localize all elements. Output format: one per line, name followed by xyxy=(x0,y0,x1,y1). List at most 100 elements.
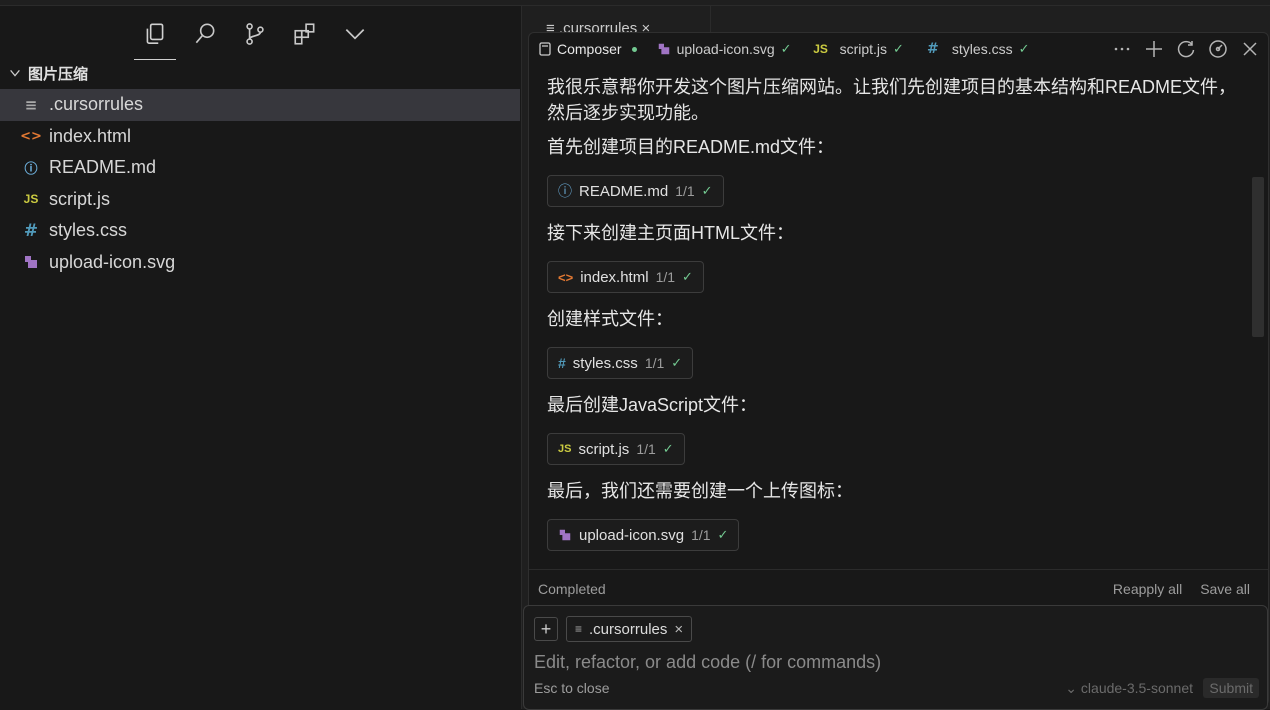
lines-file-icon: ≡ xyxy=(575,622,583,636)
chip-count: 1/1 xyxy=(691,527,711,543)
chip-count: 1/1 xyxy=(636,441,656,457)
tab-composer[interactable]: Composer xyxy=(529,33,647,65)
esc-hint: Esc to close xyxy=(534,680,610,696)
assistant-message: 最后创建JavaScript文件： xyxy=(547,395,758,415)
tab-styles-css[interactable]: # styles.css ✓ xyxy=(914,33,1040,65)
plus-icon[interactable] xyxy=(1144,39,1164,59)
file-chip-upload-icon-svg[interactable]: upload-icon.svg 1/1 ✓ xyxy=(547,519,740,551)
explorer-sidebar: 图片压缩 ≡ .cursorrules <> index.html ⓘ READ… xyxy=(0,6,520,709)
file-item-script-js[interactable]: JS script.js xyxy=(0,184,520,216)
css-file-icon: # xyxy=(927,41,939,57)
more-views-button[interactable] xyxy=(330,14,380,54)
chevron-down-icon xyxy=(10,69,20,77)
model-name: claude-3.5-sonnet xyxy=(1080,680,1193,696)
file-chip-index-html[interactable]: <> index.html 1/1 ✓ xyxy=(547,261,704,293)
check-icon: ✓ xyxy=(717,527,729,542)
composer-conversation: 我很乐意帮你开发这个图片压缩网站。让我们先创建项目的基本结构和README文件，… xyxy=(529,69,1251,569)
info-icon: ⓘ xyxy=(558,183,572,199)
info-file-icon: ⓘ xyxy=(24,162,38,178)
close-icon[interactable] xyxy=(1240,39,1260,59)
tab-script-js[interactable]: JS script.js ✓ xyxy=(802,33,914,65)
chevron-down-icon: ⌄ xyxy=(1065,680,1081,696)
chip-count: 1/1 xyxy=(644,355,665,371)
context-chip[interactable]: ≡ .cursorrules × xyxy=(566,616,693,642)
file-chip-script-js[interactable]: JS script.js 1/1 ✓ xyxy=(547,433,685,465)
file-chip-styles-css[interactable]: # styles.css 1/1 ✓ xyxy=(547,347,694,379)
composer-status-bar: Completed Reapply all Save all xyxy=(529,569,1268,606)
file-name: styles.css xyxy=(49,220,128,241)
file-tree: ≡ .cursorrules <> index.html ⓘ README.md… xyxy=(0,89,520,278)
extensions-icon xyxy=(294,23,315,45)
extensions-tab[interactable] xyxy=(280,14,330,54)
save-all-button[interactable]: Save all xyxy=(1200,581,1250,597)
tab-label: script.js xyxy=(839,41,888,57)
hash-icon: # xyxy=(558,355,566,371)
js-file-icon: JS xyxy=(813,42,828,56)
search-tab[interactable] xyxy=(180,14,230,54)
assistant-message: 接下来创建主页面HTML文件： xyxy=(547,223,794,243)
gauge-icon[interactable] xyxy=(1208,39,1228,59)
file-item-upload-icon-svg[interactable]: upload-icon.svg xyxy=(0,247,520,279)
close-icon[interactable]: × xyxy=(674,621,683,638)
explorer-tab[interactable] xyxy=(130,14,180,60)
folder-name: 图片压缩 xyxy=(28,65,89,83)
html-file-icon: <> xyxy=(20,128,42,144)
check-icon: ✓ xyxy=(671,355,683,370)
source-control-tab[interactable] xyxy=(230,14,280,54)
chip-filename: README.md xyxy=(579,182,669,200)
prompt-box: + ≡ .cursorrules × Esc to close ⌄ claude… xyxy=(523,605,1268,710)
html-icon: <> xyxy=(558,269,574,285)
file-name: script.js xyxy=(49,188,111,209)
history-icon[interactable] xyxy=(1176,39,1196,59)
check-icon: ✓ xyxy=(701,183,713,198)
source-control-icon xyxy=(246,23,264,45)
svg-file-icon xyxy=(22,254,40,270)
add-context-button[interactable]: + xyxy=(534,617,558,641)
assistant-message: 首先创建项目的README.md文件： xyxy=(547,137,835,157)
check-icon: ✓ xyxy=(1018,41,1030,56)
lines-file-icon: ≡ xyxy=(24,95,38,114)
tab-label: Composer xyxy=(557,41,622,57)
assistant-message: 我很乐意帮你开发这个图片压缩网站。让我们先创建项目的基本结构和README文件，… xyxy=(547,77,1237,123)
search-icon xyxy=(195,23,215,44)
composer-icon xyxy=(539,42,551,56)
file-item-readme[interactable]: ⓘ README.md xyxy=(0,152,520,184)
file-item-index-html[interactable]: <> index.html xyxy=(0,121,520,153)
submit-button[interactable]: Submit xyxy=(1203,678,1259,698)
file-item-styles-css[interactable]: # styles.css xyxy=(0,215,520,247)
chip-filename: script.js xyxy=(578,440,630,458)
check-icon: ✓ xyxy=(893,41,904,56)
chip-filename: upload-icon.svg xyxy=(579,526,685,544)
check-icon: ✓ xyxy=(780,41,792,56)
prompt-input[interactable] xyxy=(532,648,1236,676)
files-icon xyxy=(146,23,164,45)
svg-file-icon xyxy=(658,43,669,55)
composer-header: Composer upload-icon.svg ✓ JS script.js … xyxy=(529,33,1268,65)
file-name: upload-icon.svg xyxy=(49,251,176,272)
plus-icon: + xyxy=(540,618,552,639)
file-name: .cursorrules xyxy=(49,94,144,115)
more-icon[interactable] xyxy=(1112,39,1132,59)
folder-header[interactable]: 图片压缩 xyxy=(0,62,520,84)
file-chip-readme[interactable]: ⓘ README.md 1/1 ✓ xyxy=(547,175,724,207)
status-text: Completed xyxy=(538,581,606,597)
composer-actions xyxy=(1112,33,1260,65)
model-select[interactable]: ⌄ claude-3.5-sonnet xyxy=(1065,680,1193,697)
file-name: README.md xyxy=(49,157,157,178)
chip-count: 1/1 xyxy=(655,269,676,285)
assistant-message: 创建样式文件： xyxy=(547,309,673,329)
chip-filename: index.html xyxy=(580,268,649,286)
css-file-icon: # xyxy=(23,220,39,241)
check-icon: ✓ xyxy=(662,441,674,456)
chevron-down-icon xyxy=(345,29,365,40)
js-icon: JS xyxy=(558,443,572,455)
file-name: index.html xyxy=(49,125,132,146)
scrollbar[interactable] xyxy=(1252,177,1264,337)
reapply-all-button[interactable]: Reapply all xyxy=(1113,581,1182,597)
chip-filename: styles.css xyxy=(572,354,638,372)
tab-upload-icon-svg[interactable]: upload-icon.svg ✓ xyxy=(647,33,802,65)
check-icon: ✓ xyxy=(682,269,693,284)
tab-label: upload-icon.svg xyxy=(676,41,775,57)
file-item-cursorrules[interactable]: ≡ .cursorrules xyxy=(0,89,520,121)
tab-label: styles.css xyxy=(951,41,1013,57)
